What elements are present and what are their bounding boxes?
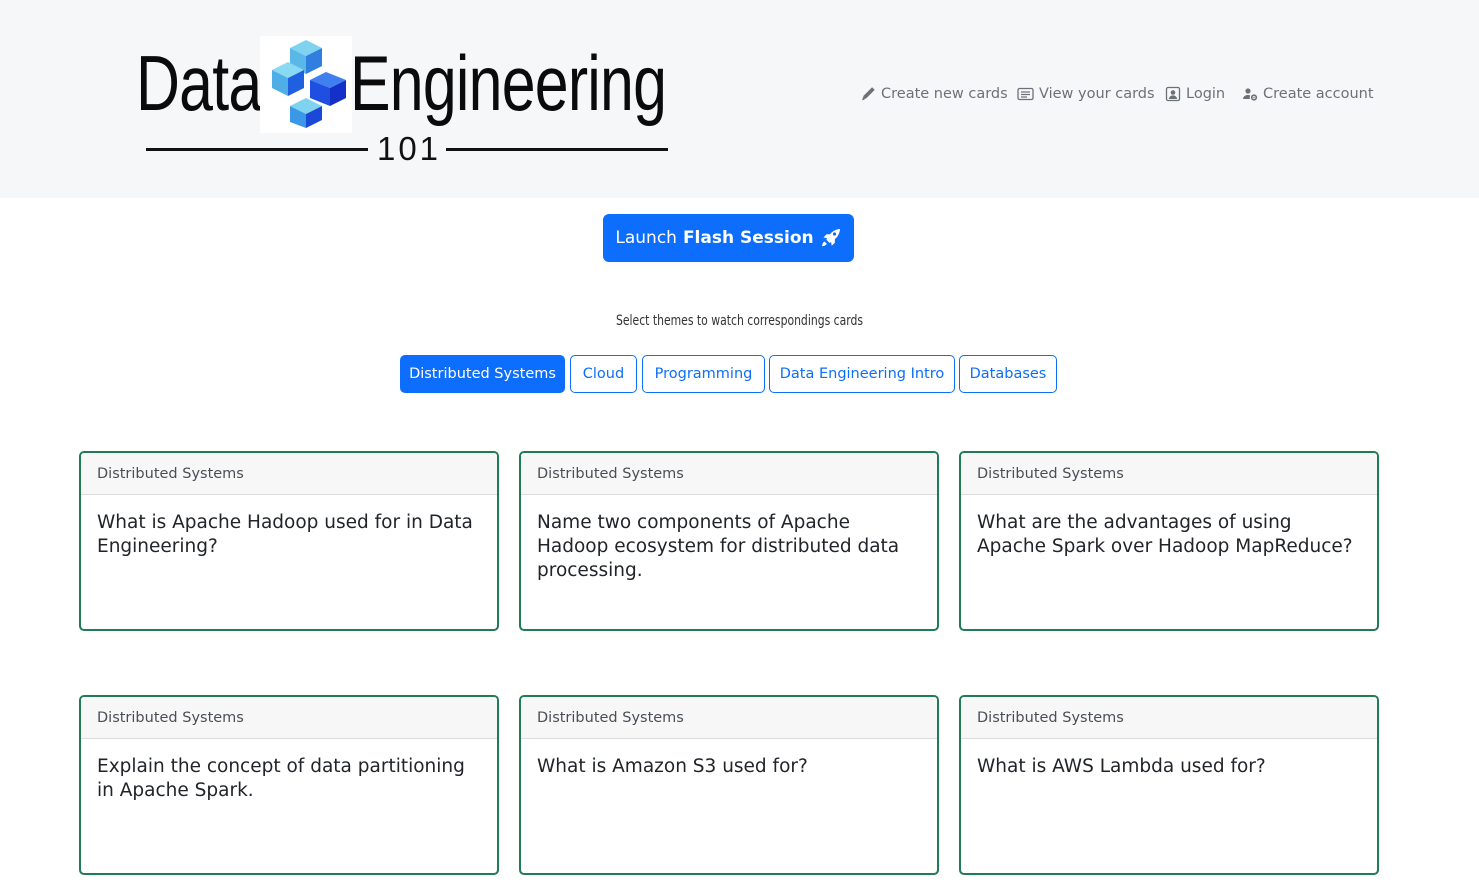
flash-card[interactable]: Distributed Systems What are the advanta…	[959, 451, 1379, 631]
themes-prompt: Select themes to watch correspondings ca…	[615, 313, 864, 329]
card-list-icon	[1017, 87, 1034, 101]
card-question: What is AWS Lambda used for?	[977, 756, 1266, 777]
pencil-icon	[862, 87, 875, 101]
launch-prefix: Launch	[615, 228, 677, 248]
card-question: Name two components of Apache Hadoop eco…	[537, 512, 900, 581]
rocket-icon	[821, 229, 840, 247]
nav-create-account-label: Create account	[1263, 86, 1374, 102]
flash-card[interactable]: Distributed Systems What is Apache Hadoo…	[79, 451, 499, 631]
card-theme: Distributed Systems	[81, 697, 497, 739]
card-theme: Distributed Systems	[521, 453, 937, 495]
card-question: Explain the concept of data partitioning…	[97, 756, 465, 801]
card-theme: Distributed Systems	[521, 697, 937, 739]
nav-login-label: Login	[1186, 86, 1226, 102]
nav-view-your-cards-label: View your cards	[1039, 86, 1155, 102]
theme-programming[interactable]: Programming	[642, 355, 765, 393]
nav-login[interactable]: Login	[1165, 82, 1225, 106]
card-question: What is Amazon S3 used for?	[537, 756, 808, 777]
logo-word-engineering: Engineering	[350, 39, 667, 127]
nav-create-new-cards-label: Create new cards	[881, 86, 1008, 102]
theme-distributed-systems[interactable]: Distributed Systems	[400, 355, 565, 393]
site-logo[interactable]: Data Engineering 101	[136, 36, 676, 166]
flash-card[interactable]: Distributed Systems Name two components …	[519, 451, 939, 631]
theme-databases[interactable]: Databases	[959, 355, 1057, 393]
flash-card[interactable]: Distributed Systems What is AWS Lambda u…	[959, 695, 1379, 875]
person-badge-icon	[1165, 86, 1181, 102]
site-header: Data Engineering 101 Create new cards Vi…	[0, 0, 1479, 198]
logo-word-data: Data	[136, 39, 262, 127]
card-question: What are the advantages of using Apache …	[977, 512, 1353, 557]
card-theme: Distributed Systems	[961, 453, 1377, 495]
cube-logo-icon	[260, 36, 352, 133]
logo-number: 101	[376, 130, 442, 167]
nav-create-new-cards[interactable]: Create new cards	[860, 82, 1008, 106]
logo-rule-left	[146, 148, 368, 151]
card-question: What is Apache Hadoop used for in Data E…	[97, 512, 473, 557]
flash-card[interactable]: Distributed Systems What is Amazon S3 us…	[519, 695, 939, 875]
launch-flash-session-button[interactable]: Launch Flash Session	[603, 214, 854, 262]
flash-card[interactable]: Distributed Systems Explain the concept …	[79, 695, 499, 875]
card-theme: Distributed Systems	[81, 453, 497, 495]
card-theme: Distributed Systems	[961, 697, 1377, 739]
theme-data-engineering-intro[interactable]: Data Engineering Intro	[769, 355, 955, 393]
nav-create-account[interactable]: Create account	[1242, 82, 1374, 106]
launch-bold: Flash Session	[682, 228, 814, 248]
nav-view-your-cards[interactable]: View your cards	[1017, 82, 1155, 106]
theme-cloud[interactable]: Cloud	[570, 355, 637, 393]
logo-subline: 101	[146, 132, 668, 166]
person-gear-icon	[1243, 88, 1258, 101]
logo-rule-right	[446, 148, 668, 151]
